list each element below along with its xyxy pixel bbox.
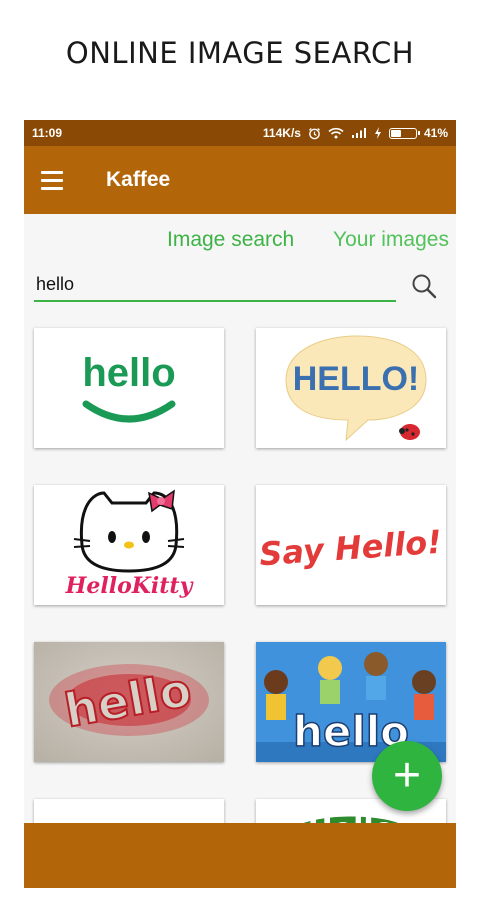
image-result[interactable]: HelloKitty bbox=[34, 485, 224, 605]
result-text: HELLO! bbox=[293, 360, 420, 398]
hamburger-menu-icon[interactable] bbox=[24, 146, 84, 214]
image-result[interactable]: hello bbox=[34, 642, 224, 762]
alarm-icon bbox=[308, 127, 321, 140]
page-headline: ONLINE IMAGE SEARCH bbox=[65, 36, 415, 70]
add-fab-button[interactable]: + bbox=[372, 741, 442, 811]
search-icon bbox=[412, 274, 437, 299]
status-time: 11:09 bbox=[32, 126, 63, 140]
tab-image-search[interactable]: Image search bbox=[167, 228, 294, 252]
image-result[interactable]: HELLO! bbox=[256, 328, 446, 448]
result-text: hello bbox=[82, 351, 175, 395]
bottom-bar bbox=[24, 823, 456, 888]
charging-icon bbox=[374, 127, 382, 139]
battery-fill bbox=[390, 129, 401, 137]
plus-icon: + bbox=[392, 749, 422, 802]
app-title: Kaffee bbox=[106, 168, 171, 191]
search-row bbox=[34, 268, 446, 304]
status-icons: 114K/s 41% bbox=[263, 126, 448, 140]
result-text: HelloKitty bbox=[65, 573, 195, 599]
status-bar: 11:09 114K/s 41% bbox=[24, 120, 456, 146]
network-speed: 114K/s bbox=[262, 126, 301, 140]
image-result[interactable]: hello bbox=[34, 328, 224, 448]
app-bar: Kaffee bbox=[24, 146, 456, 214]
phone-screen: 11:09 114K/s 41% Kaffee Image search You… bbox=[24, 120, 456, 888]
battery-percent: 41% bbox=[423, 126, 448, 140]
battery-icon bbox=[388, 127, 420, 139]
tab-your-images[interactable]: Your images bbox=[333, 228, 449, 252]
tab-bar: Image search Your images bbox=[24, 228, 456, 258]
image-result[interactable]: Say Hello! bbox=[256, 485, 446, 605]
wifi-icon bbox=[328, 127, 344, 139]
signal-icon bbox=[351, 127, 367, 139]
search-button[interactable] bbox=[408, 270, 440, 302]
search-input[interactable] bbox=[34, 268, 396, 302]
